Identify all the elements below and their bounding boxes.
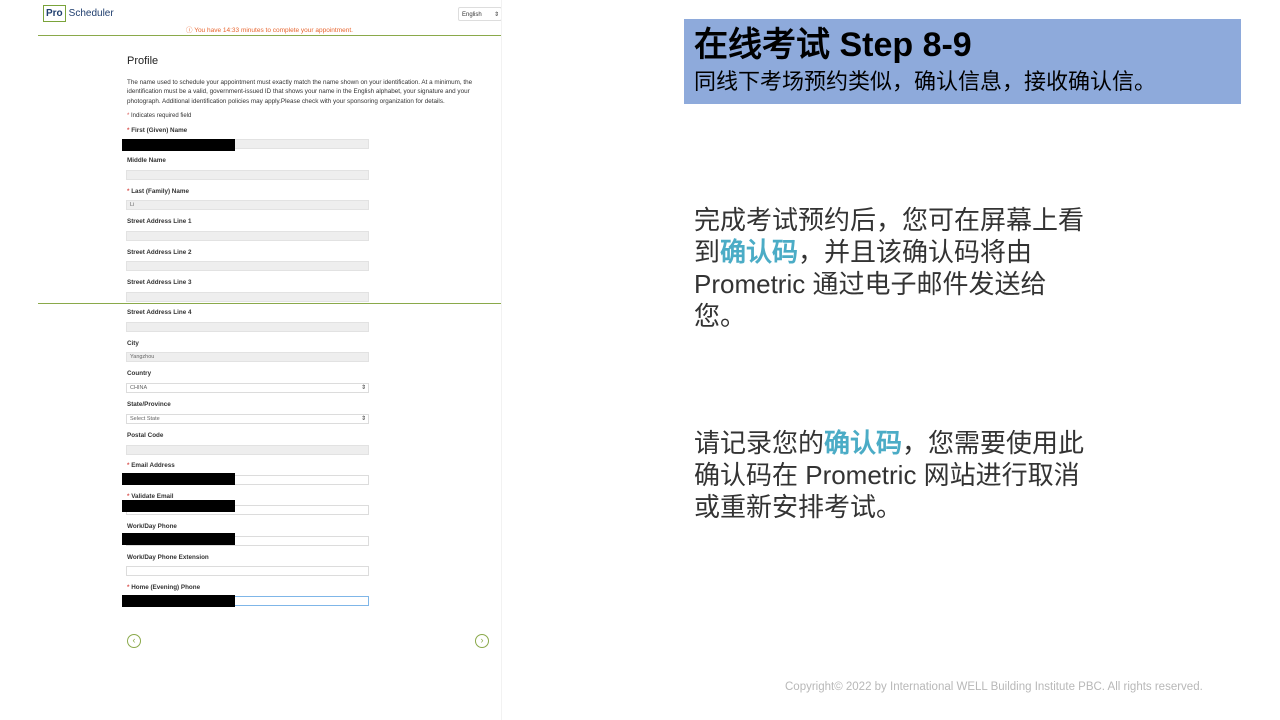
required-star-icon: * (127, 188, 130, 195)
redaction-block (122, 533, 235, 545)
redaction-block (122, 473, 235, 485)
timer-warning: ⓘ You have 14:33 minutes to complete you… (186, 27, 353, 34)
redaction-block (122, 139, 235, 151)
street4-input[interactable] (126, 322, 369, 332)
country-value: CHINA (130, 385, 148, 391)
scheduler-screenshot: Pro Scheduler English ⇕ ⓘ You have 14:33… (38, 0, 502, 720)
language-select[interactable]: English ⇕ (458, 7, 501, 21)
redaction-block (122, 500, 235, 512)
state-select[interactable]: Select State ⇕ (126, 414, 369, 424)
required-note: * Indicates required field (127, 113, 192, 119)
slide-title: 在线考试 Step 8-9 (694, 26, 972, 64)
street2-label: Street Address Line 2 (127, 249, 192, 256)
logo-text: Scheduler (68, 7, 114, 19)
street3-label: Street Address Line 3 (127, 279, 192, 286)
postal-label: Postal Code (127, 432, 164, 439)
screenshot-seam-divider (38, 303, 501, 304)
street1-label: Street Address Line 1 (127, 218, 192, 225)
required-star-icon: * (127, 584, 130, 591)
slide-subtitle: 同线下考场预约类似，确认信息，接收确认信。 (694, 69, 1157, 94)
street1-input[interactable] (126, 231, 369, 241)
logo-box: Pro (43, 4, 66, 22)
home-phone-label: * Home (Evening) Phone (127, 584, 201, 591)
street3-input[interactable] (126, 292, 369, 302)
work-ext-input[interactable] (126, 566, 369, 576)
select-caret-icon: ⇕ (360, 416, 366, 422)
language-value: English (462, 12, 482, 18)
middle-name-label: Middle Name (127, 157, 166, 164)
postal-input[interactable] (126, 445, 369, 455)
next-button[interactable]: › (475, 634, 489, 648)
state-label: State/Province (127, 401, 171, 408)
required-star-icon: * (127, 493, 130, 500)
select-caret-icon: ⇕ (493, 12, 499, 18)
paragraph-confirmation: 完成考试预约后，您可在屏幕上看到确认码，并且该确认码将由 Prometric 通… (694, 205, 1085, 331)
profile-title: Profile (127, 55, 159, 67)
highlight-confirmation-code: 确认码 (720, 237, 799, 267)
country-label: Country (127, 370, 152, 377)
prev-button[interactable]: ‹ (127, 634, 141, 648)
required-star-icon: * (127, 127, 130, 134)
country-select[interactable]: CHINA ⇕ (126, 383, 369, 393)
required-star-icon: * (127, 113, 130, 119)
email-label: * Email Address (127, 462, 175, 469)
last-name-label: * Last (Family) Name (127, 188, 189, 195)
work-phone-label: Work/Day Phone (127, 523, 177, 530)
street4-label: Street Address Line 4 (127, 309, 192, 316)
proscheduler-logo: Pro Scheduler (43, 4, 114, 22)
select-caret-icon: ⇕ (360, 385, 366, 391)
validate-email-label: * Validate Email (127, 493, 174, 500)
redaction-block (122, 595, 235, 607)
last-name-input[interactable]: Li (126, 200, 369, 210)
city-label: City (127, 340, 139, 347)
chevron-right-icon: › (480, 635, 484, 645)
work-ext-label: Work/Day Phone Extension (127, 554, 209, 561)
required-star-icon: * (127, 462, 130, 469)
state-value: Select State (130, 416, 160, 422)
first-name-label: * First (Given) Name (127, 127, 188, 134)
profile-intro: The name used to schedule your appointme… (127, 79, 473, 105)
highlight-confirmation-code: 确认码 (824, 428, 903, 458)
middle-name-input[interactable] (126, 170, 369, 180)
copyright-footer: Copyright© 2022 by International WELL Bu… (785, 681, 1203, 693)
street2-input[interactable] (126, 261, 369, 271)
header-divider (38, 35, 501, 36)
title-banner: 在线考试 Step 8-9 同线下考场预约类似，确认信息，接收确认信。 (684, 19, 1241, 104)
paragraph-record-code: 请记录您的确认码，您需要使用此确认码在 Prometric 网站进行取消或重新安… (694, 428, 1085, 522)
city-input[interactable]: Yangzhou (126, 352, 369, 362)
chevron-left-icon: ‹ (132, 635, 136, 645)
